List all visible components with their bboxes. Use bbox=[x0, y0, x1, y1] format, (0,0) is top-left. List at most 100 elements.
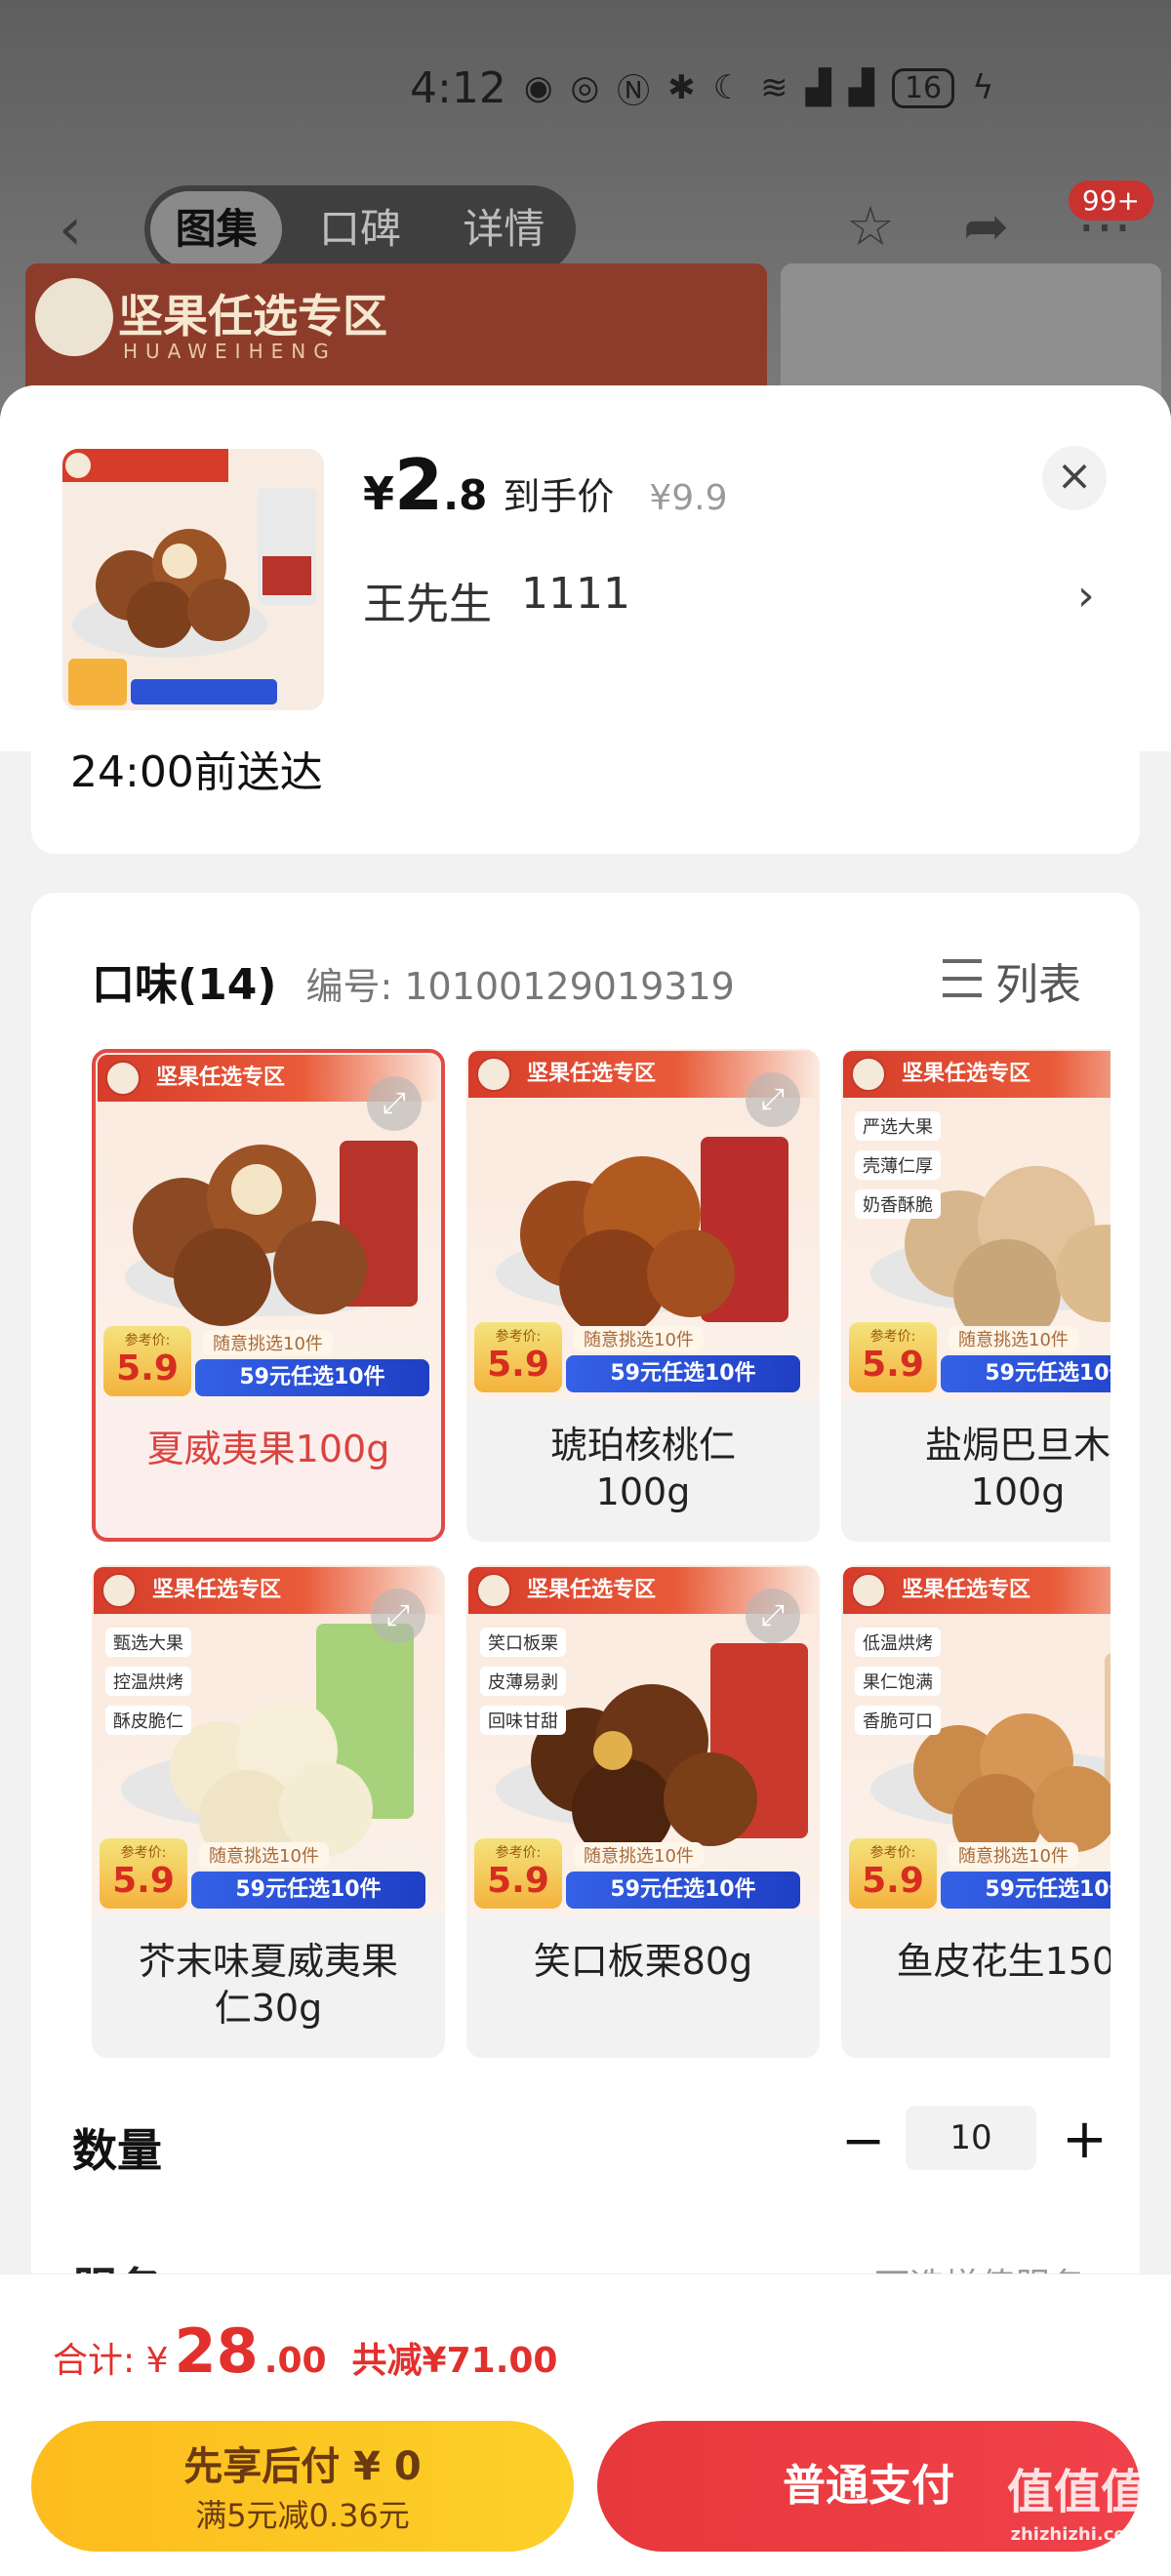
quantity-input[interactable]: 10 bbox=[906, 2106, 1036, 2170]
moon-icon: ☾ bbox=[712, 68, 744, 107]
promo-deal: 59元任选10件 bbox=[941, 1355, 1110, 1392]
feature-label: 果仁饱满 bbox=[855, 1667, 941, 1696]
promo-tip: 随意挑选10件 bbox=[949, 1842, 1078, 1868]
ref-price: 5.9 bbox=[116, 1348, 179, 1389]
zone-tag-text: 坚果任选专区 bbox=[902, 1578, 1031, 1602]
flavor-option[interactable]: 坚果任选专区 笑口板栗 皮薄易剥 回味甘甜 ⤢ 参考价: 5.9 随意挑选10件 59元任选10… bbox=[466, 1565, 820, 2058]
quantity-row: 数量 − 10 + bbox=[31, 2106, 1140, 2203]
ref-price: 5.9 bbox=[862, 1861, 924, 1901]
promo-strip: 参考价:5.9 随意挑选10件 59元任选10件 bbox=[92, 1832, 445, 1916]
flavor-image: 坚果任选专区低温烘烤果仁饱满香脆可口参考价:5.9 随意挑选10件 59元任选10件 bbox=[841, 1565, 1110, 1916]
ref-price-card: 参考价: 5.9 bbox=[849, 1322, 937, 1392]
wifi-icon: ≋ bbox=[760, 68, 788, 107]
flavor-option[interactable]: 坚果任选专区 ⤢ 参考价: 5.9 随意挑选10件 59元任选10件 琥珀核桃仁 100g bbox=[466, 1049, 820, 1542]
flavor-title: 口味(14) bbox=[92, 960, 277, 1010]
flavor-option[interactable]: 坚果任选专区 ⤢ 参考价: 5.9 随意挑选10件 59元任选10件 夏威夷果100g bbox=[92, 1049, 445, 1542]
flavor-header: 口味(14) 编号: 10100129019319 bbox=[92, 949, 735, 1012]
bluetooth-icon: ✱ bbox=[667, 68, 696, 107]
flavor-image: 坚果任选专区 ⤢ 参考价: 5.9 随意挑选10件 59元任选10件 bbox=[96, 1053, 441, 1404]
zone-tag-text: 坚果任选专区 bbox=[527, 1062, 657, 1086]
nut-image bbox=[231, 1164, 282, 1215]
expand-icon[interactable]: ⤢ bbox=[746, 1589, 800, 1643]
banner-subtitle: HUAWEIHENG bbox=[123, 340, 337, 363]
flavor-name: 夏威夷果100g bbox=[146, 1428, 390, 1470]
promo-banner: 坚果任选专区 HUAWEIHENG bbox=[25, 263, 767, 400]
nut-image bbox=[273, 1221, 367, 1314]
flavor-option[interactable]: 坚果任选专区 甄选大果 控温烘烤 酥皮脆仁 ⤢ 参考价: 5.9 随意挑选10件 59元任选10… bbox=[92, 1565, 445, 2058]
pay-later-button[interactable]: 先享后付 ¥ 0 满5元减0.36元 bbox=[31, 2421, 574, 2552]
address-name: 王先生 bbox=[363, 580, 492, 629]
promo-tip: 随意挑选10件 bbox=[574, 1326, 704, 1351]
expand-icon[interactable]: ⤢ bbox=[371, 1589, 425, 1643]
weibo-icon: ◉ bbox=[523, 68, 553, 107]
promo-tip: 随意挑选10件 bbox=[203, 1330, 333, 1355]
flavor-image: 坚果任选专区 甄选大果 控温烘烤 酥皮脆仁 ⤢ 参考价: 5.9 随意挑选10件 59元任选10… bbox=[92, 1565, 445, 1916]
address-row[interactable]: 王先生 1111 bbox=[363, 569, 630, 631]
watermark: 值值值 zhizhizhi.com bbox=[1006, 2465, 1148, 2545]
brand-logo-icon bbox=[476, 1057, 511, 1092]
feature-label: 甄选大果 bbox=[105, 1628, 191, 1657]
nut-image bbox=[593, 1731, 632, 1770]
brand-logo-icon bbox=[105, 1061, 141, 1096]
zone-tag: 坚果任选专区 bbox=[843, 1567, 1110, 1614]
brand-logo bbox=[35, 278, 113, 356]
expand-icon[interactable]: ⤢ bbox=[746, 1072, 800, 1127]
list-view-toggle[interactable]: 列表 bbox=[943, 949, 1081, 1012]
status-bar: 4:12 ◉ ◎ Ⓝ ✱ ☾ ≋ ▟ ▟ 16 ϟ bbox=[410, 59, 1112, 117]
ref-price: 5.9 bbox=[487, 1861, 549, 1901]
total-discount: 共减¥71.00 bbox=[351, 2341, 558, 2381]
ref-price: 5.9 bbox=[487, 1345, 549, 1385]
promo-strip: 参考价:5.9 随意挑选10件 59元任选10件 bbox=[466, 1832, 820, 1916]
total-row: 合计: ¥ 28 .00 共减¥71.00 bbox=[53, 2315, 557, 2387]
ref-price-label: 参考价: bbox=[495, 1845, 542, 1861]
signal-5g-icon: ▟ bbox=[805, 68, 831, 107]
promo-deal: 59元任选10件 bbox=[566, 1355, 800, 1392]
flavor-image: 坚果任选专区严选大果壳薄仁厚奶香酥脆参考价:5.9 随意挑选10件 59元任选10件 bbox=[841, 1049, 1110, 1400]
feature-label: 控温烘烤 bbox=[105, 1667, 191, 1696]
sheet-header: ¥2.8 到手价 ¥9.9 × 王先生 1111 › bbox=[0, 385, 1171, 751]
flavor-image: 坚果任选专区 笑口板栗 皮薄易剥 回味甘甜 ⤢ 参考价: 5.9 随意挑选10件 59元任选10… bbox=[466, 1565, 820, 1916]
message-badge: 99+ bbox=[1068, 181, 1153, 221]
charging-icon: ϟ bbox=[972, 68, 994, 107]
star-icon[interactable]: ☆ bbox=[846, 195, 895, 259]
eye-icon: ◎ bbox=[570, 68, 600, 107]
back-icon[interactable]: ‹ bbox=[59, 195, 82, 263]
original-price: ¥9.9 bbox=[649, 478, 728, 518]
zone-tag-text: 坚果任选专区 bbox=[152, 1578, 282, 1602]
ref-price-card: 参考价: 5.9 bbox=[474, 1838, 562, 1909]
ref-price-card: 参考价: 5.9 bbox=[100, 1838, 187, 1909]
price-row: ¥2.8 到手价 ¥9.9 bbox=[363, 444, 727, 526]
feature-label: 严选大果 bbox=[855, 1111, 941, 1141]
quantity-minus-button[interactable]: − bbox=[841, 2110, 885, 2171]
feature-label: 奶香酥脆 bbox=[855, 1189, 941, 1219]
promo-strip: 参考价:5.9 随意挑选10件 59元任选10件 bbox=[841, 1832, 1110, 1916]
quantity-plus-button[interactable]: + bbox=[1062, 2108, 1108, 2171]
expand-icon[interactable]: ⤢ bbox=[367, 1076, 422, 1131]
ref-price-label: 参考价: bbox=[495, 1329, 542, 1345]
flavor-name: 鱼皮花生150g bbox=[896, 1940, 1110, 1983]
final-price: ¥2.8 bbox=[363, 444, 488, 526]
share-icon[interactable]: ➦ bbox=[963, 195, 1009, 259]
flavor-grid: 坚果任选专区 ⤢ 参考价: 5.9 随意挑选10件 59元任选10件 夏威夷果100g 坚果任… bbox=[92, 1049, 1110, 2083]
promo-strip: 参考价:5.9 随意挑选10件 59元任选10件 bbox=[841, 1316, 1110, 1400]
promo-deal: 59元任选10件 bbox=[195, 1359, 429, 1396]
product-thumbnail[interactable] bbox=[62, 449, 324, 710]
promo-tip: 随意挑选10件 bbox=[199, 1842, 329, 1868]
total-amount: 28 bbox=[174, 2315, 259, 2387]
tab-gallery[interactable]: 图集 bbox=[150, 191, 283, 267]
promo-tip: 随意挑选10件 bbox=[574, 1842, 704, 1868]
tab-reviews[interactable]: 口碑 bbox=[294, 191, 425, 267]
close-button[interactable]: × bbox=[1042, 446, 1107, 510]
tab-details[interactable]: 详情 bbox=[438, 191, 570, 267]
flavor-option[interactable]: 坚果任选专区低温烘烤果仁饱满香脆可口参考价:5.9 随意挑选10件 59元任选10件… bbox=[841, 1565, 1110, 2058]
total-label: 合计: ¥ bbox=[53, 2341, 169, 2381]
flavor-option[interactable]: 坚果任选专区严选大果壳薄仁厚奶香酥脆参考价:5.9 随意挑选10件 59元任选10件… bbox=[841, 1049, 1110, 1542]
flavor-name: 盐焗巴旦木 100g bbox=[924, 1424, 1110, 1513]
brand-logo-icon bbox=[101, 1573, 137, 1608]
feature-label: 低温烘烤 bbox=[855, 1628, 941, 1657]
chevron-right-icon[interactable]: › bbox=[1077, 571, 1095, 621]
list-icon bbox=[943, 959, 982, 1002]
ref-price-card: 参考价: 5.9 bbox=[849, 1838, 937, 1909]
promo-strip: 参考价:5.9 随意挑选10件 59元任选10件 bbox=[466, 1316, 820, 1400]
flavor-image: 坚果任选专区 ⤢ 参考价: 5.9 随意挑选10件 59元任选10件 bbox=[466, 1049, 820, 1400]
